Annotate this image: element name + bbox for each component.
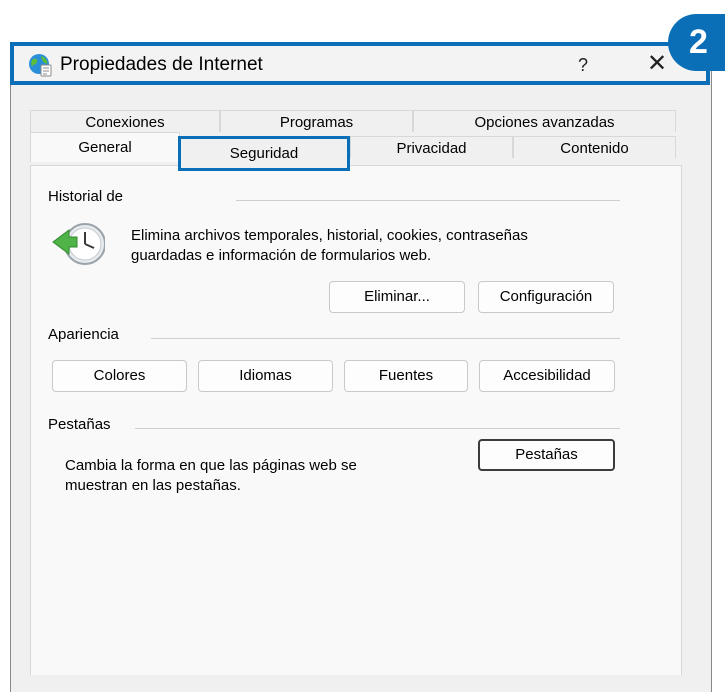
- general-tab-panel: Historial de Elimina archivos temporales…: [30, 165, 682, 675]
- tabs-group-label: Pestañas: [48, 416, 111, 433]
- accessibility-button[interactable]: Accesibilidad: [479, 360, 615, 392]
- close-button[interactable]: ✕: [640, 49, 674, 79]
- tab-conexiones[interactable]: Conexiones: [30, 110, 220, 132]
- colors-button[interactable]: Colores: [52, 360, 187, 392]
- languages-button[interactable]: Idiomas: [198, 360, 333, 392]
- tab-seguridad[interactable]: Seguridad: [178, 136, 350, 171]
- help-button[interactable]: ?: [570, 50, 596, 80]
- tab-contenido[interactable]: Contenido: [513, 136, 676, 158]
- appearance-group-label: Apariencia: [48, 326, 119, 343]
- tab-opciones-avanzadas[interactable]: Opciones avanzadas: [413, 110, 676, 132]
- tab-privacidad[interactable]: Privacidad: [350, 136, 513, 158]
- window-title: Propiedades de Internet: [60, 54, 263, 75]
- fonts-button[interactable]: Fuentes: [344, 360, 468, 392]
- internet-globe-icon: [29, 54, 52, 77]
- tab-programas[interactable]: Programas: [220, 110, 413, 132]
- tabs-description-line2: muestran en las pestañas.: [65, 477, 241, 494]
- step-badge: 2: [668, 14, 725, 71]
- history-group-label: Historial de: [48, 188, 124, 205]
- tabs-divider: [135, 428, 620, 429]
- history-divider: [236, 200, 620, 201]
- history-clock-icon: [52, 223, 105, 265]
- history-description-line1: Elimina archivos temporales, historial, …: [131, 227, 528, 244]
- tabs-description-line1: Cambia la forma en que las páginas web s…: [65, 457, 357, 474]
- history-description-line2: guardadas e información de formularios w…: [131, 247, 432, 264]
- appearance-divider: [151, 338, 620, 339]
- tab-general[interactable]: General: [30, 132, 180, 162]
- tabs-settings-button[interactable]: Pestañas: [478, 439, 615, 471]
- title-bar[interactable]: Propiedades de Internet ? ✕: [10, 42, 710, 85]
- delete-history-button[interactable]: Eliminar...: [329, 281, 465, 313]
- history-settings-button[interactable]: Configuración: [478, 281, 614, 313]
